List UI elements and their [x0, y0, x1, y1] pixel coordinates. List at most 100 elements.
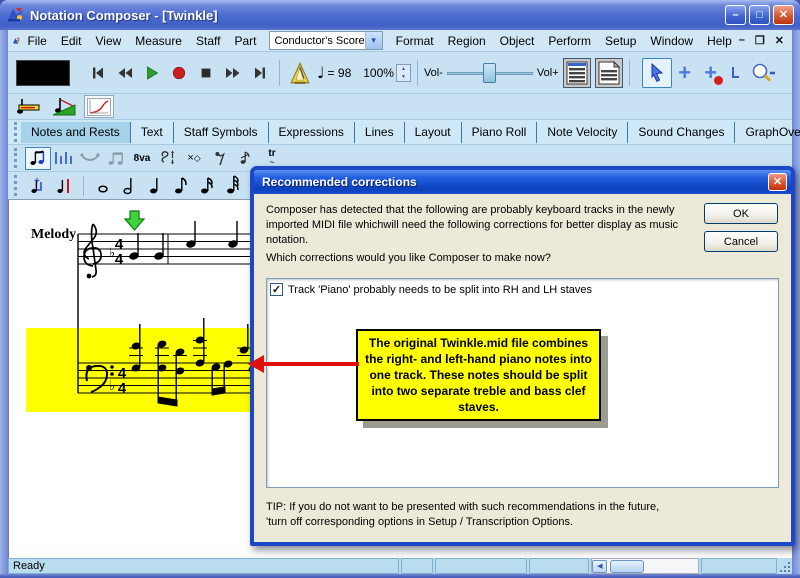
eighth-note-button[interactable]: [168, 174, 194, 197]
transport-toolbar: ♩ = 98 100% ▲ ▼ Vol- Vol+: [8, 52, 792, 94]
fast-forward-icon: [223, 65, 243, 81]
status-panel: [435, 558, 527, 574]
rest-button[interactable]: [207, 147, 233, 170]
app-window: Notation Composer - [Twinkle] – □ ✕ File…: [0, 0, 800, 578]
toolbar-gripper[interactable]: [14, 122, 17, 141]
stop-button[interactable]: [192, 59, 219, 86]
skip-to-end-button[interactable]: [246, 59, 273, 86]
add-note-tool-button[interactable]: +: [698, 58, 724, 88]
menu-format[interactable]: Format: [389, 32, 441, 50]
continuous-view-button[interactable]: [595, 58, 623, 88]
mdi-restore-button[interactable]: ❐: [755, 34, 765, 47]
tie-button[interactable]: [77, 147, 103, 170]
tab-piano-roll[interactable]: Piano Roll: [462, 122, 538, 143]
zoom-stepper[interactable]: ▲ ▼: [396, 64, 411, 82]
mdi-close-button[interactable]: ✕: [775, 34, 784, 47]
zoom-out-button[interactable]: [750, 59, 777, 86]
eighth-note-icon: [173, 175, 189, 197]
toolbar-gripper[interactable]: [14, 148, 21, 169]
thirtysecond-note-button[interactable]: [220, 174, 246, 197]
skip-to-start-button[interactable]: [84, 59, 111, 86]
close-button[interactable]: ✕: [773, 5, 794, 25]
corrections-listbox[interactable]: ✓ Track 'Piano' probably needs to be spl…: [266, 278, 779, 488]
tab-layout[interactable]: Layout: [405, 122, 462, 143]
menu-region[interactable]: Region: [441, 32, 493, 50]
quarter-note-button[interactable]: [142, 174, 168, 197]
insert-note-button[interactable]: +: [25, 174, 51, 197]
menu-setup[interactable]: Setup: [598, 32, 643, 50]
add-tool-button[interactable]: +: [672, 58, 698, 88]
tab-text[interactable]: Text: [131, 122, 174, 143]
menu-measure[interactable]: Measure: [128, 32, 189, 50]
note-duration-bar-icon: [16, 97, 42, 117]
menu-view[interactable]: View: [89, 32, 129, 50]
metronome-icon: [288, 61, 312, 85]
select-tool-button[interactable]: [642, 58, 672, 88]
spin-down-icon[interactable]: ▼: [397, 73, 410, 81]
cursor-arrow-icon: [647, 62, 667, 84]
part-selector-combobox[interactable]: Conductor's Score ▾: [269, 31, 382, 50]
menubar: File Edit View Measure Staff Part Conduc…: [8, 30, 792, 52]
spin-up-icon[interactable]: ▲: [397, 65, 410, 73]
sixteenth-note-button[interactable]: [194, 174, 220, 197]
ok-button[interactable]: OK: [704, 203, 778, 224]
skip-end-icon: [251, 65, 269, 81]
tab-lines[interactable]: Lines: [355, 122, 405, 143]
overwrite-note-button[interactable]: [51, 174, 77, 197]
cross-notehead-button[interactable]: ×◇: [181, 147, 207, 170]
menu-object[interactable]: Object: [493, 32, 542, 50]
fast-forward-button[interactable]: [219, 59, 246, 86]
note-velocity-wedge-button[interactable]: [49, 95, 79, 118]
notes-mode-button[interactable]: [25, 147, 51, 170]
volume-slider[interactable]: [447, 63, 533, 83]
eighth-rest-icon: [214, 149, 226, 167]
page-view-button[interactable]: [563, 58, 591, 88]
toolbar-gripper[interactable]: [14, 175, 21, 197]
menu-window[interactable]: Window: [643, 32, 700, 50]
rewind-button[interactable]: [111, 59, 138, 86]
status-scrollbar[interactable]: ◀: [591, 558, 699, 574]
scroll-left-button[interactable]: ◀: [592, 560, 607, 573]
tip-line-1: TIP: If you do not want to be presented …: [266, 500, 766, 515]
metronome-button[interactable]: [286, 59, 313, 86]
menu-staff[interactable]: Staff: [189, 32, 227, 50]
half-note-button[interactable]: [116, 174, 142, 197]
maximize-button[interactable]: □: [749, 5, 770, 25]
volume-slider-thumb[interactable]: [483, 63, 496, 83]
dialog-titlebar: Recommended corrections ✕: [254, 170, 791, 194]
menu-part[interactable]: Part: [227, 32, 263, 50]
correction-item-row[interactable]: ✓ Track 'Piano' probably needs to be spl…: [267, 279, 778, 300]
separator: [629, 60, 630, 86]
tab-graphovernotes[interactable]: GraphOverNotes™: [735, 122, 800, 143]
beat-bars-button[interactable]: [51, 147, 77, 170]
horizontal-scroll-area[interactable]: [9, 546, 792, 558]
play-button[interactable]: [138, 59, 165, 86]
dialog-close-button[interactable]: ✕: [768, 173, 787, 191]
mdi-minimize-button[interactable]: –: [739, 34, 745, 47]
menu-file[interactable]: File: [20, 32, 53, 50]
ottava-button[interactable]: 8va: [129, 147, 155, 170]
app-icon: [6, 6, 24, 24]
correction-checkbox[interactable]: ✓: [270, 283, 283, 296]
transpose-button[interactable]: [155, 147, 181, 170]
whole-note-button[interactable]: [90, 174, 116, 197]
note-duration-bar-button[interactable]: [14, 95, 44, 118]
tab-sound-changes[interactable]: Sound Changes: [628, 122, 735, 143]
resize-grip[interactable]: [779, 558, 792, 574]
cancel-button[interactable]: Cancel: [704, 231, 778, 252]
tab-staff-symbols[interactable]: Staff Symbols: [174, 122, 269, 143]
scrollbar-thumb[interactable]: [610, 560, 644, 573]
beam-notes-button[interactable]: [103, 147, 129, 170]
tab-note-velocity[interactable]: Note Velocity: [537, 122, 628, 143]
menu-edit[interactable]: Edit: [54, 32, 89, 50]
menu-perform[interactable]: Perform: [541, 32, 598, 50]
correction-checkbox-label[interactable]: Track 'Piano' probably needs to be split…: [288, 284, 592, 296]
minimize-button[interactable]: –: [725, 5, 746, 25]
tab-expressions[interactable]: Expressions: [269, 122, 355, 143]
tab-notes-and-rests[interactable]: Notes and Rests: [21, 122, 131, 143]
record-button[interactable]: [165, 59, 192, 86]
dialog-message: Composer has detected that the following…: [266, 203, 718, 248]
chevron-down-icon[interactable]: ▾: [365, 32, 382, 49]
graph-over-notes-button[interactable]: [84, 95, 114, 118]
menu-help[interactable]: Help: [700, 32, 739, 50]
